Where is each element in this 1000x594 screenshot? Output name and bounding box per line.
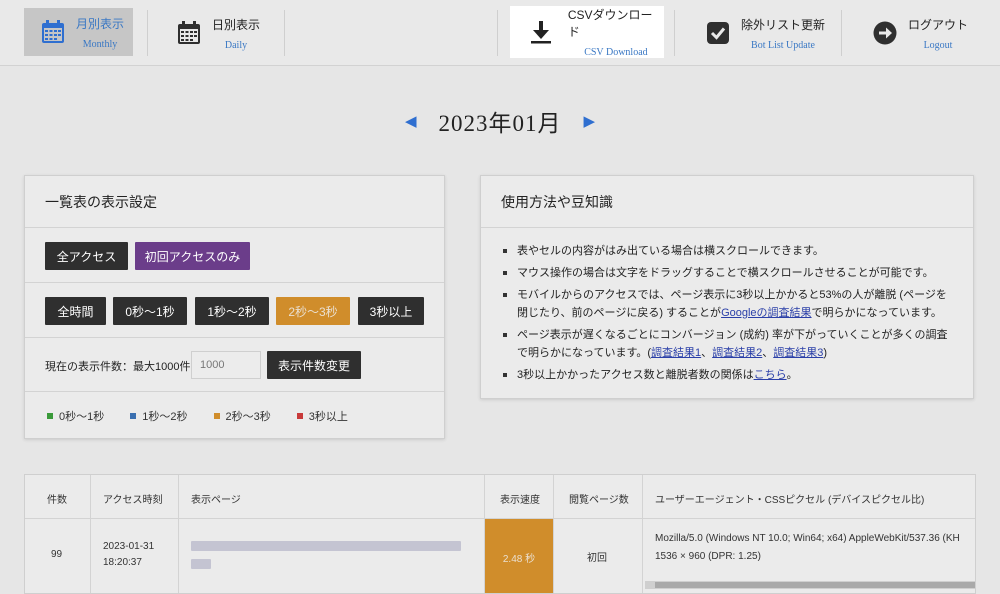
calendar-icon bbox=[176, 20, 202, 46]
tip-item: モバイルからのアクセスでは、ページ表示に3秒以上かかると53%の人が離脱 (ペー… bbox=[503, 286, 953, 322]
nav-csv-sublabel: CSV Download bbox=[584, 47, 648, 58]
nav-bot-label: 除外リスト更新 bbox=[741, 17, 826, 32]
row-page-count: 初回 bbox=[587, 553, 607, 564]
filter-all-time-button[interactable]: 全時間 bbox=[45, 297, 106, 325]
row-time: 18:20:37 bbox=[103, 557, 142, 568]
filter-3-plus-button[interactable]: 3秒以上 bbox=[358, 297, 424, 325]
relation-link[interactable]: こちら bbox=[754, 369, 787, 381]
legend-item: 1秒〜2秒 bbox=[130, 408, 188, 424]
tip-item: マウス操作の場合は文字をドラッグすることで横スクロールさせることが可能です。 bbox=[503, 264, 953, 282]
row-count: 99 bbox=[51, 549, 63, 560]
tip-text: ) bbox=[823, 347, 828, 359]
nav-divider bbox=[497, 10, 498, 56]
row-speed: 2.48 秒 bbox=[485, 519, 553, 593]
tips-panel: 使用方法や豆知識 表やセルの内容がはみ出ている場合は横スクロールできます。 マウ… bbox=[480, 175, 974, 399]
panel-title: 一覧表の表示設定 bbox=[25, 176, 444, 228]
prev-month-button[interactable]: ◀ bbox=[405, 112, 417, 130]
tip-item: 3秒以上かかったアクセス数と離脱者数の関係はこちら。 bbox=[503, 366, 953, 384]
row-user-agent: Mozilla/5.0 (Windows NT 10.0; Win64; x64… bbox=[655, 533, 960, 544]
legend-swatch bbox=[296, 413, 303, 419]
tip-text: 3秒以上かかったアクセス数と離脱者数の関係は bbox=[517, 369, 754, 381]
filter-1-2-button[interactable]: 1秒〜2秒 bbox=[195, 297, 269, 325]
nav-csv-label: CSVダウンロード bbox=[567, 8, 653, 39]
legend-item: 2秒〜3秒 bbox=[213, 408, 271, 424]
scrollbar-thumb[interactable] bbox=[655, 582, 975, 588]
calendar-icon bbox=[40, 19, 66, 45]
legend-swatch bbox=[130, 413, 137, 419]
nav-daily-sublabel: Daily bbox=[224, 39, 248, 51]
header-speed: 表示速度 bbox=[500, 495, 540, 506]
filter-0-1-button[interactable]: 0秒〜1秒 bbox=[113, 297, 187, 325]
legend-label: 3秒以上 bbox=[308, 411, 348, 423]
all-access-button[interactable]: 全アクセス bbox=[45, 242, 128, 270]
first-access-only-button[interactable]: 初回アクセスのみ bbox=[135, 242, 250, 270]
legend-swatch bbox=[47, 413, 53, 419]
row-css-pixels: 1536 × 960 (DPR: 1.25) bbox=[655, 551, 761, 562]
checkbox-icon bbox=[705, 20, 731, 46]
nav-logout[interactable]: ログアウト Logout bbox=[872, 0, 982, 66]
nav-divider bbox=[147, 10, 148, 56]
tip-text: 表やセルの内容がはみ出ている場合は横スクロールできます。 bbox=[517, 245, 824, 257]
column-divider bbox=[90, 475, 91, 593]
display-limit-input[interactable]: 1000 bbox=[191, 351, 261, 379]
filter-2-3-button[interactable]: 2秒〜3秒 bbox=[276, 297, 350, 325]
speed-legend: 0秒〜1秒 1秒〜2秒 2秒〜3秒 3秒以上 bbox=[47, 408, 374, 424]
nav-logout-sublabel: Logout bbox=[923, 39, 953, 51]
column-divider bbox=[642, 475, 643, 593]
panel-title: 使用方法や豆知識 bbox=[481, 176, 973, 228]
nav-logout-label: ログアウト bbox=[908, 17, 969, 32]
column-divider bbox=[553, 475, 554, 593]
divider bbox=[25, 391, 444, 392]
legend-swatch bbox=[213, 413, 220, 419]
row-date: 2023-01-31 bbox=[103, 541, 155, 552]
research-link-1[interactable]: 調査結果1 bbox=[651, 347, 701, 359]
legend-label: 0秒〜1秒 bbox=[59, 411, 105, 423]
tip-text: で明らかになっています。 bbox=[811, 307, 942, 319]
legend-label: 2秒〜3秒 bbox=[225, 411, 271, 423]
tip-item: ページ表示が遅くなるごとにコンバージョン (成約) 率が下がっていくことが多くの… bbox=[503, 326, 953, 362]
download-icon bbox=[528, 19, 554, 45]
tip-text: マウス操作の場合は文字をドラッグすることで横スクロールさせることが可能です。 bbox=[517, 267, 934, 279]
tip-text: 。 bbox=[786, 369, 798, 381]
nav-divider bbox=[674, 10, 675, 56]
research-link-3[interactable]: 調査結果3 bbox=[773, 347, 823, 359]
arrow-right-circle-icon bbox=[872, 20, 898, 46]
legend-item: 3秒以上 bbox=[296, 408, 348, 424]
tips-list: 表やセルの内容がはみ出ている場合は横スクロールできます。 マウス操作の場合は文字… bbox=[481, 228, 973, 384]
nav-monthly-label: 月別表示 bbox=[76, 16, 125, 31]
google-research-link[interactable]: Googleの調査結果 bbox=[721, 307, 811, 319]
display-limit-label: 現在の表示件数：最大1000件 bbox=[45, 361, 191, 373]
nav-monthly-sublabel: Monthly bbox=[82, 38, 118, 50]
month-title: 2023年01月 bbox=[438, 111, 562, 136]
nav-daily[interactable]: 日別表示 Daily bbox=[176, 0, 276, 66]
nav-csv-download[interactable]: CSVダウンロード CSV Download bbox=[510, 6, 664, 58]
access-table: 件数 アクセス時刻 表示ページ 表示速度 閲覧ページ数 ユーザーエージェント・C… bbox=[24, 474, 976, 594]
nav-bot-sublabel: Bot List Update bbox=[751, 39, 815, 51]
header-access-time: アクセス時刻 bbox=[103, 495, 163, 506]
divider bbox=[25, 282, 444, 283]
nav-bot-list-update[interactable]: 除外リスト更新 Bot List Update bbox=[705, 0, 825, 66]
nav-divider bbox=[284, 10, 285, 56]
next-month-button[interactable]: ▶ bbox=[584, 112, 596, 130]
header-page-count: 閲覧ページ数 bbox=[569, 495, 629, 506]
header-user-agent: ユーザーエージェント・CSSピクセル (デバイスピクセル比) bbox=[655, 495, 925, 506]
column-divider bbox=[178, 475, 179, 593]
legend-label: 1秒〜2秒 bbox=[142, 411, 188, 423]
divider bbox=[25, 337, 444, 338]
top-nav: 月別表示 Monthly 日別表示 Daily CSVダウンロード CSV Do… bbox=[0, 0, 1000, 66]
nav-daily-label: 日別表示 bbox=[212, 17, 261, 32]
header-count: 件数 bbox=[47, 495, 67, 506]
month-selector: ◀ 2023年01月 ▶ bbox=[0, 104, 1000, 138]
nav-monthly[interactable]: 月別表示 Monthly bbox=[24, 8, 133, 56]
change-limit-button[interactable]: 表示件数変更 bbox=[267, 351, 361, 379]
header-page: 表示ページ bbox=[191, 495, 241, 506]
legend-item: 0秒〜1秒 bbox=[47, 408, 104, 424]
research-link-2[interactable]: 調査結果2 bbox=[712, 347, 762, 359]
display-settings-panel: 一覧表の表示設定 全アクセス 初回アクセスのみ 全時間 0秒〜1秒 1秒〜2秒 … bbox=[24, 175, 445, 439]
nav-divider bbox=[841, 10, 842, 56]
tip-item: 表やセルの内容がはみ出ている場合は横スクロールできます。 bbox=[503, 242, 953, 260]
